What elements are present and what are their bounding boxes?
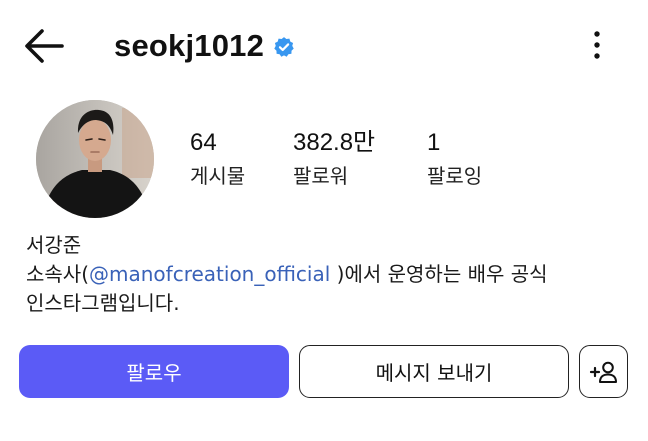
- back-button[interactable]: [22, 26, 66, 66]
- bio-text-suffix: )에서 운영하는 배우 공식: [330, 262, 548, 286]
- display-name: 서강준: [26, 233, 82, 257]
- bio-line-1: 소속사(@manofcreation_official )에서 운영하는 배우 …: [26, 260, 626, 289]
- more-vertical-icon: [594, 31, 600, 59]
- followers-count: 382.8만: [293, 129, 376, 156]
- posts-label: 게시물: [190, 164, 246, 188]
- followers-label: 팔로워: [293, 164, 349, 188]
- following-count: 1: [427, 129, 441, 156]
- follow-button[interactable]: 팔로우: [19, 345, 289, 398]
- stat-following[interactable]: 1 팔로잉: [427, 128, 482, 190]
- verified-badge-icon: [274, 37, 294, 57]
- add-user-icon: [589, 361, 617, 383]
- action-buttons: 팔로우 메시지 보내기: [19, 345, 631, 398]
- username: seokj1012: [114, 28, 265, 63]
- bio-text-prefix: 소속사(: [26, 262, 90, 286]
- agency-mention-link[interactable]: @manofcreation_official: [89, 262, 330, 286]
- message-button[interactable]: 메시지 보내기: [299, 345, 569, 398]
- suggest-users-button[interactable]: [579, 345, 628, 398]
- profile-header: seokj1012: [114, 24, 295, 68]
- following-label: 팔로잉: [427, 164, 483, 188]
- stat-followers[interactable]: 382.8만 팔로워: [293, 128, 375, 190]
- profile-photo: [36, 100, 154, 218]
- arrow-left-icon: [25, 29, 64, 63]
- avatar[interactable]: [36, 100, 154, 218]
- top-bar: seokj1012: [0, 0, 648, 90]
- more-options-button[interactable]: [584, 28, 610, 62]
- posts-count: 64: [190, 129, 217, 156]
- bio-line-2: 인스타그램입니다.: [26, 291, 180, 315]
- stat-posts[interactable]: 64 게시물: [190, 128, 245, 190]
- bio: 서강준 소속사(@manofcreation_official )에서 운영하는…: [26, 231, 626, 318]
